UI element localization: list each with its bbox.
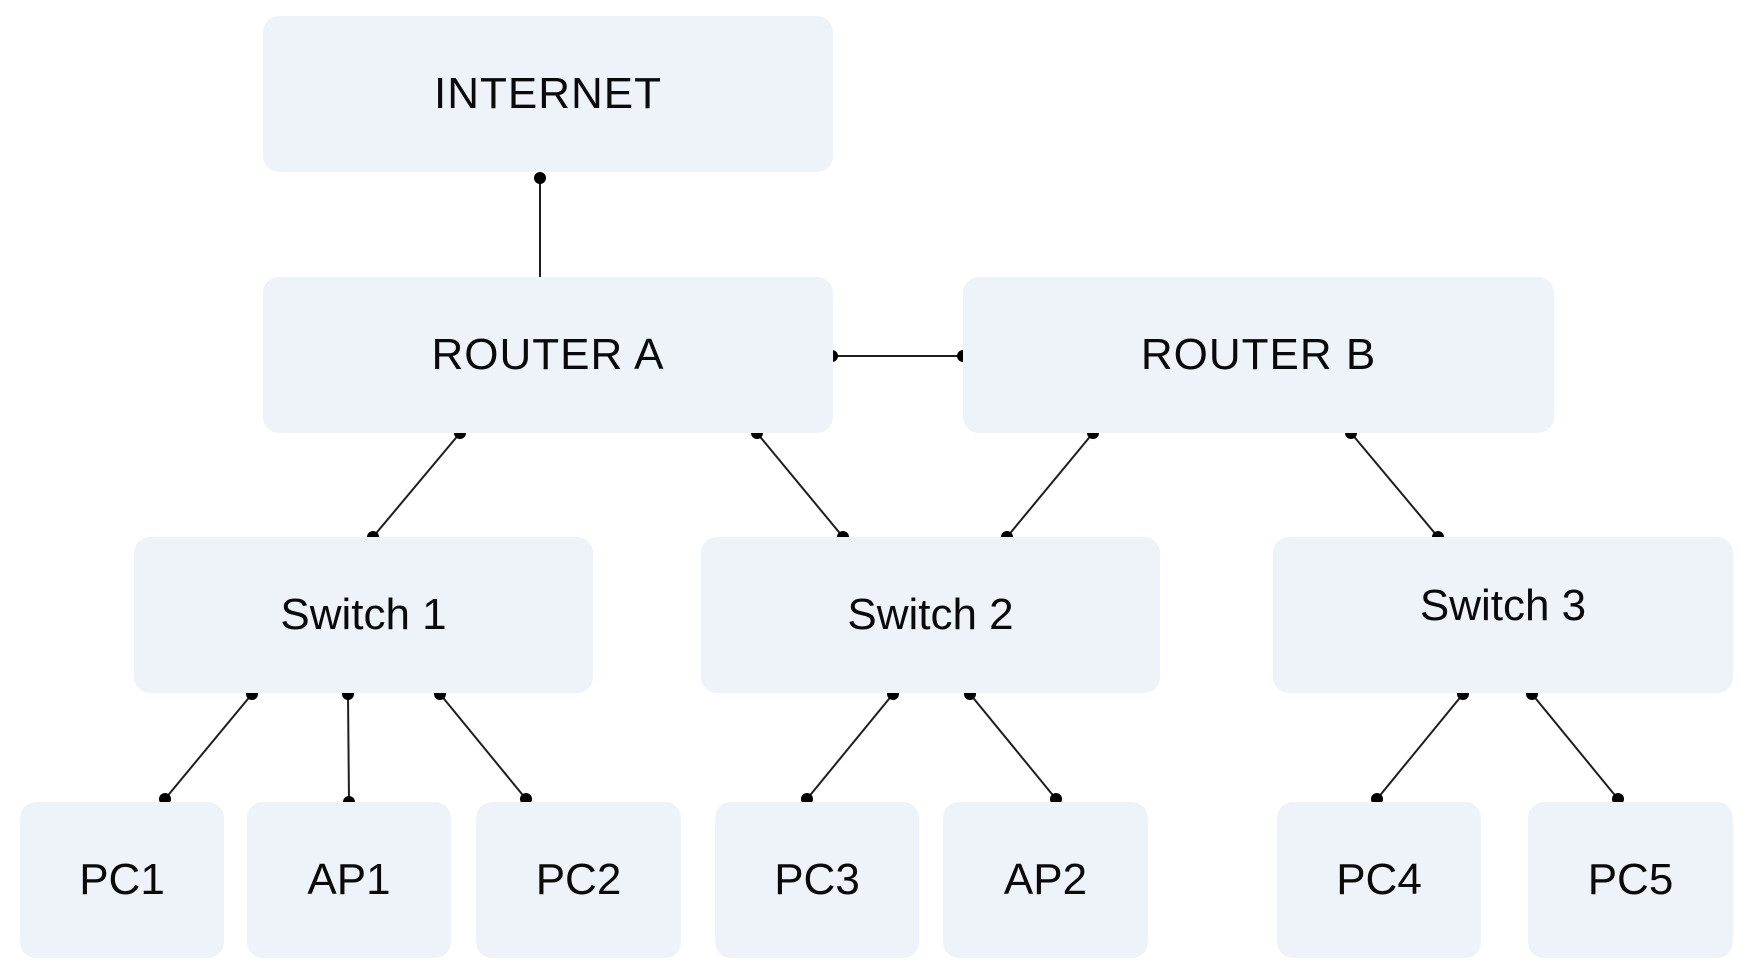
node-label: PC2 (535, 855, 622, 904)
link-line (1376, 693, 1464, 800)
node-label: Switch 2 (847, 590, 1014, 639)
network-diagram: INTERNET ROUTER A ROUTER B Switch 1 Swit… (0, 0, 1754, 978)
node-switch-1[interactable]: Switch 1 (134, 537, 593, 693)
node-router-b[interactable]: ROUTER B (963, 277, 1554, 433)
node-pc2[interactable]: PC2 (476, 802, 681, 958)
node-internet[interactable]: INTERNET (263, 16, 833, 172)
node-label: ROUTER A (431, 330, 665, 379)
node-switch-2[interactable]: Switch 2 (701, 537, 1160, 693)
link-line (164, 693, 253, 800)
link-switch-2-to-pc3 (801, 688, 899, 805)
link-switch-1-to-pc2 (434, 688, 532, 805)
node-pc4[interactable]: PC4 (1277, 802, 1481, 958)
node-pc3[interactable]: PC3 (715, 802, 919, 958)
link-switch-3-to-pc5 (1526, 688, 1624, 805)
link-line (806, 693, 894, 800)
node-ap1[interactable]: AP1 (247, 802, 451, 958)
link-router-a-to-switch-1 (367, 427, 466, 543)
node-label: PC4 (1336, 855, 1422, 904)
node-pc5[interactable]: PC5 (1528, 802, 1733, 958)
link-line (1006, 432, 1094, 538)
node-label: AP2 (1003, 855, 1088, 904)
link-router-a-to-router-b (826, 350, 969, 362)
node-label: PC5 (1587, 855, 1674, 904)
link-line (1350, 432, 1439, 538)
node-router-a[interactable]: ROUTER A (263, 277, 833, 433)
link-switch-1-to-pc1 (159, 688, 258, 805)
node-label: Switch 1 (280, 590, 447, 639)
link-internet-to-router-a (534, 172, 546, 290)
link-line (756, 432, 844, 538)
link-router-b-to-switch-3 (1345, 427, 1444, 543)
link-line (372, 432, 461, 538)
node-label: AP1 (307, 855, 391, 904)
link-line (969, 693, 1057, 800)
link-router-b-to-switch-2 (1001, 427, 1099, 543)
link-switch-3-to-pc4 (1371, 688, 1469, 805)
node-ap2[interactable]: AP2 (943, 802, 1148, 958)
node-pc1[interactable]: PC1 (20, 802, 224, 958)
node-label: PC1 (79, 855, 165, 904)
link-switch-2-to-ap2 (964, 688, 1062, 805)
node-label: PC3 (774, 855, 860, 904)
node-label: Switch 3 (1419, 581, 1587, 630)
link-line (347, 693, 350, 803)
link-switch-1-to-ap1 (342, 688, 355, 808)
node-label: ROUTER B (1140, 330, 1377, 379)
node-switch-3[interactable]: Switch 3 (1273, 537, 1733, 693)
link-router-a-to-switch-2 (751, 427, 849, 543)
link-line (439, 693, 527, 800)
node-label: INTERNET (434, 69, 662, 118)
link-endpoint-start (534, 172, 546, 184)
link-line (1531, 693, 1619, 800)
